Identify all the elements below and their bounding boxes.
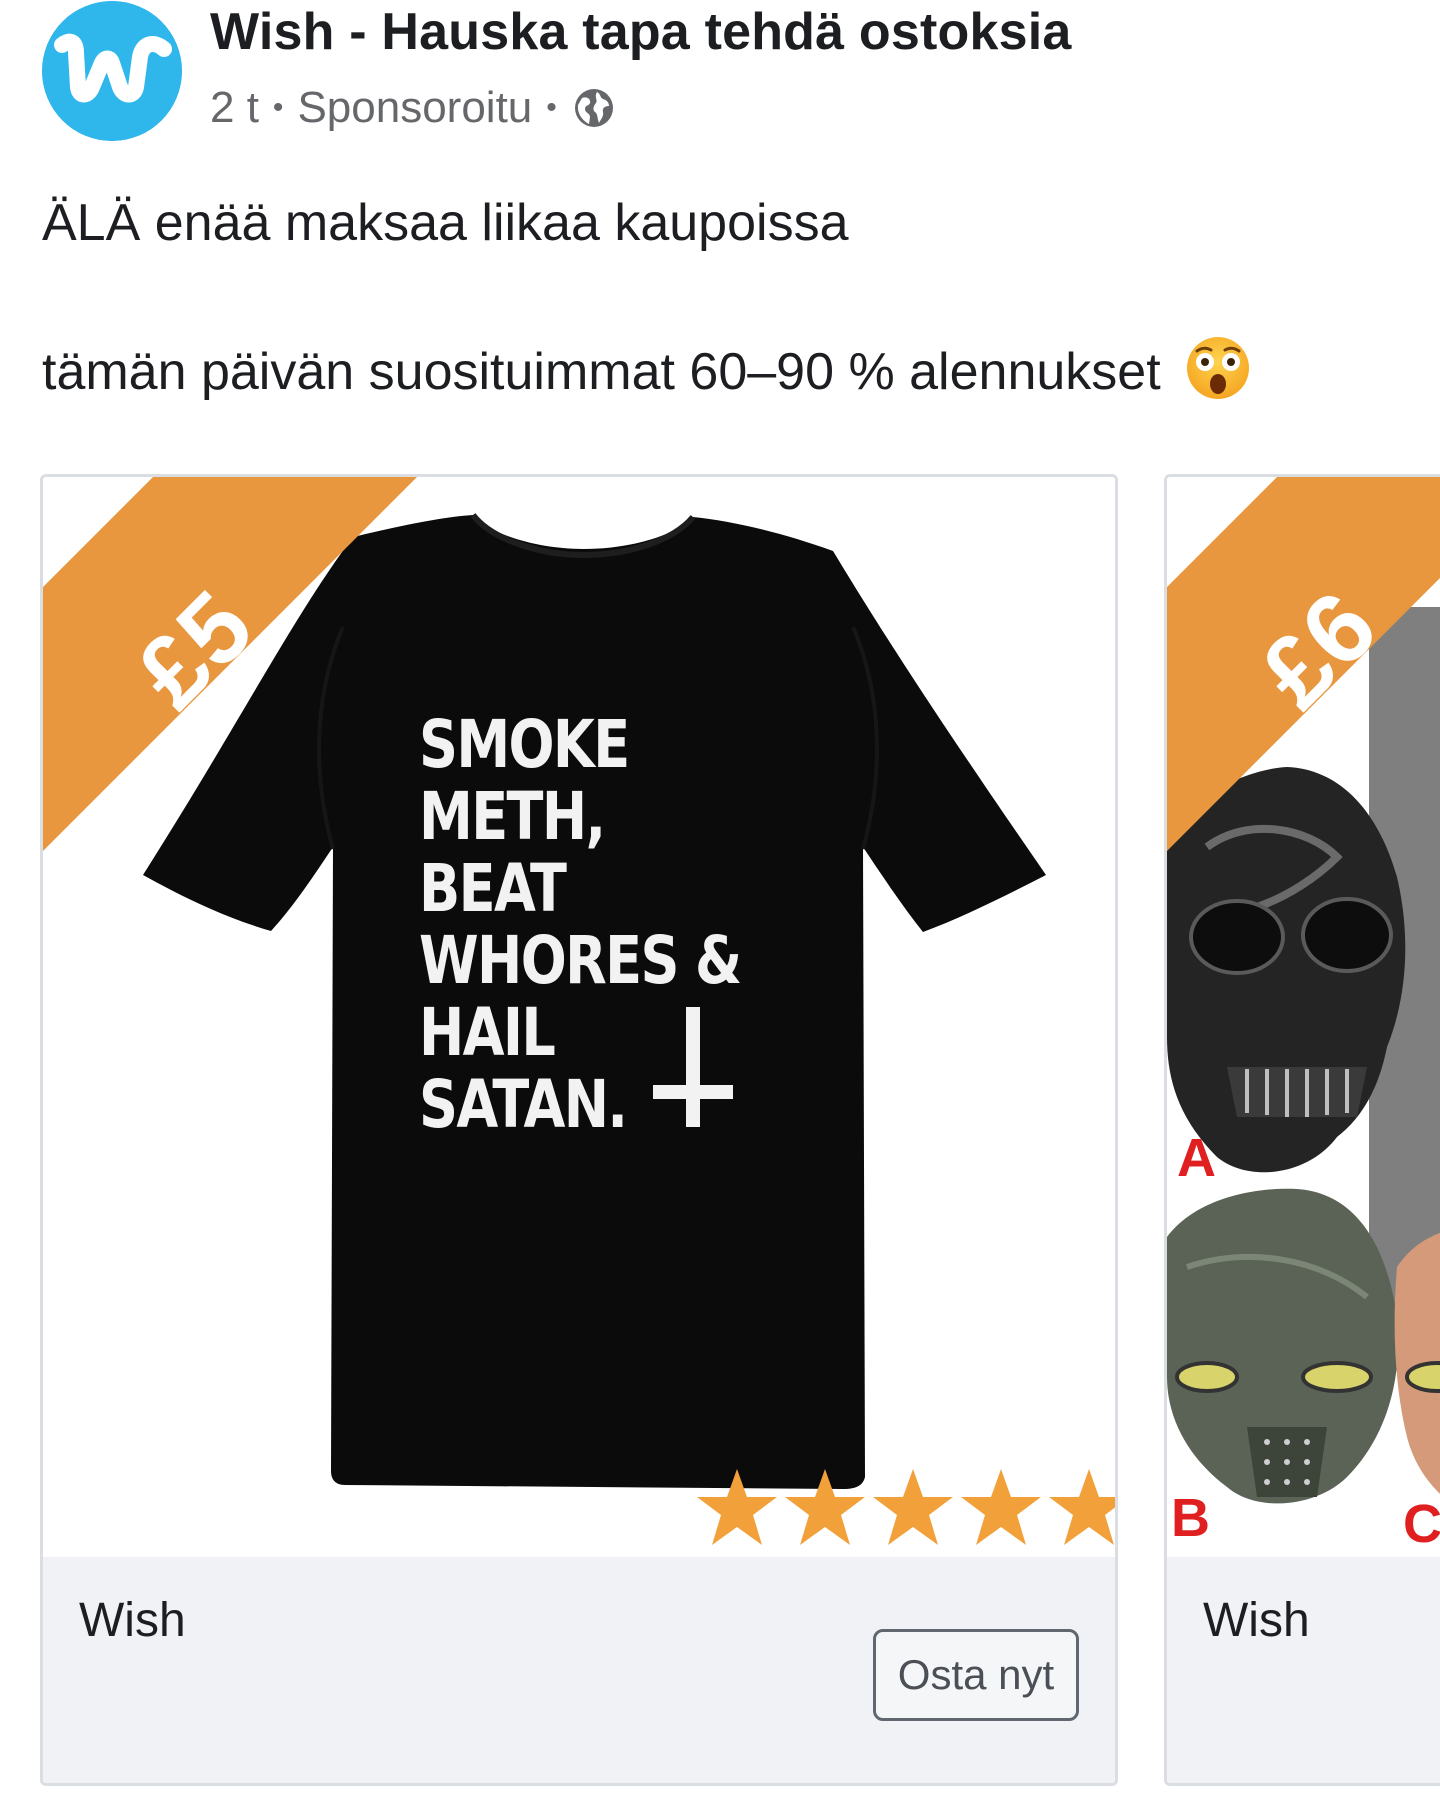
globe-icon[interactable] <box>573 87 615 129</box>
post-text-line-2-text: tämän päivän suosituimmat 60–90 % alennu… <box>42 343 1161 401</box>
astonished-face-emoji-icon <box>1187 337 1250 399</box>
product-card[interactable]: £6 A B C Wish <box>1164 474 1440 1786</box>
shirt-text-line: METH, <box>419 778 606 855</box>
star-rating <box>693 1467 1115 1547</box>
product-image-masks[interactable]: £6 A B C <box>1167 477 1440 1557</box>
product-image-tshirt[interactable]: SMOKE METH, BEAT WHORES & HAIL SATAN. £5 <box>43 477 1115 1557</box>
product-card[interactable]: SMOKE METH, BEAT WHORES & HAIL SATAN. £5 <box>40 474 1118 1786</box>
variant-label-a: A <box>1177 1128 1216 1188</box>
meta-separator: • <box>272 91 284 124</box>
inverted-cross-icon <box>653 1007 733 1127</box>
card-title[interactable]: Wish <box>79 1593 186 1648</box>
shirt-text-line: SMOKE <box>419 706 630 783</box>
star-icon <box>961 1469 1041 1545</box>
shop-now-button[interactable]: Osta nyt <box>873 1629 1079 1721</box>
card-footer: Wish Osta nyt <box>43 1557 1115 1783</box>
price-ribbon: £5 <box>43 477 423 857</box>
product-carousel[interactable]: SMOKE METH, BEAT WHORES & HAIL SATAN. £5 <box>0 474 1440 1798</box>
star-icon <box>785 1469 865 1545</box>
sponsored-label: Sponsoroitu <box>297 83 533 132</box>
post-time[interactable]: 2 t <box>210 83 259 133</box>
shirt-text-line: BEAT <box>419 850 567 927</box>
page-avatar[interactable] <box>42 1 182 141</box>
post-meta: 2 t • Sponsoroitu • <box>210 80 615 136</box>
meta-separator: • <box>546 91 557 124</box>
variant-label-b: B <box>1171 1488 1210 1548</box>
post-text-line-1: ÄLÄ enää maksaa liikaa kaupoissa <box>42 194 849 252</box>
page-name[interactable]: Wish - Hauska tapa tehdä ostoksia <box>210 2 1071 62</box>
variant-label-c: C <box>1403 1494 1440 1554</box>
card-title[interactable]: Wish <box>1203 1593 1310 1648</box>
wish-logo-icon <box>42 1 182 141</box>
shirt-text-line: WHORES & <box>419 922 742 999</box>
card-footer: Wish <box>1167 1557 1440 1783</box>
star-icon <box>873 1469 953 1545</box>
star-icon <box>697 1469 777 1545</box>
post-header: Wish - Hauska tapa tehdä ostoksia 2 t • … <box>0 0 1440 150</box>
post-text-line-2: tämän päivän suosituimmat 60–90 % alennu… <box>42 335 1251 402</box>
star-icon <box>1049 1469 1115 1545</box>
